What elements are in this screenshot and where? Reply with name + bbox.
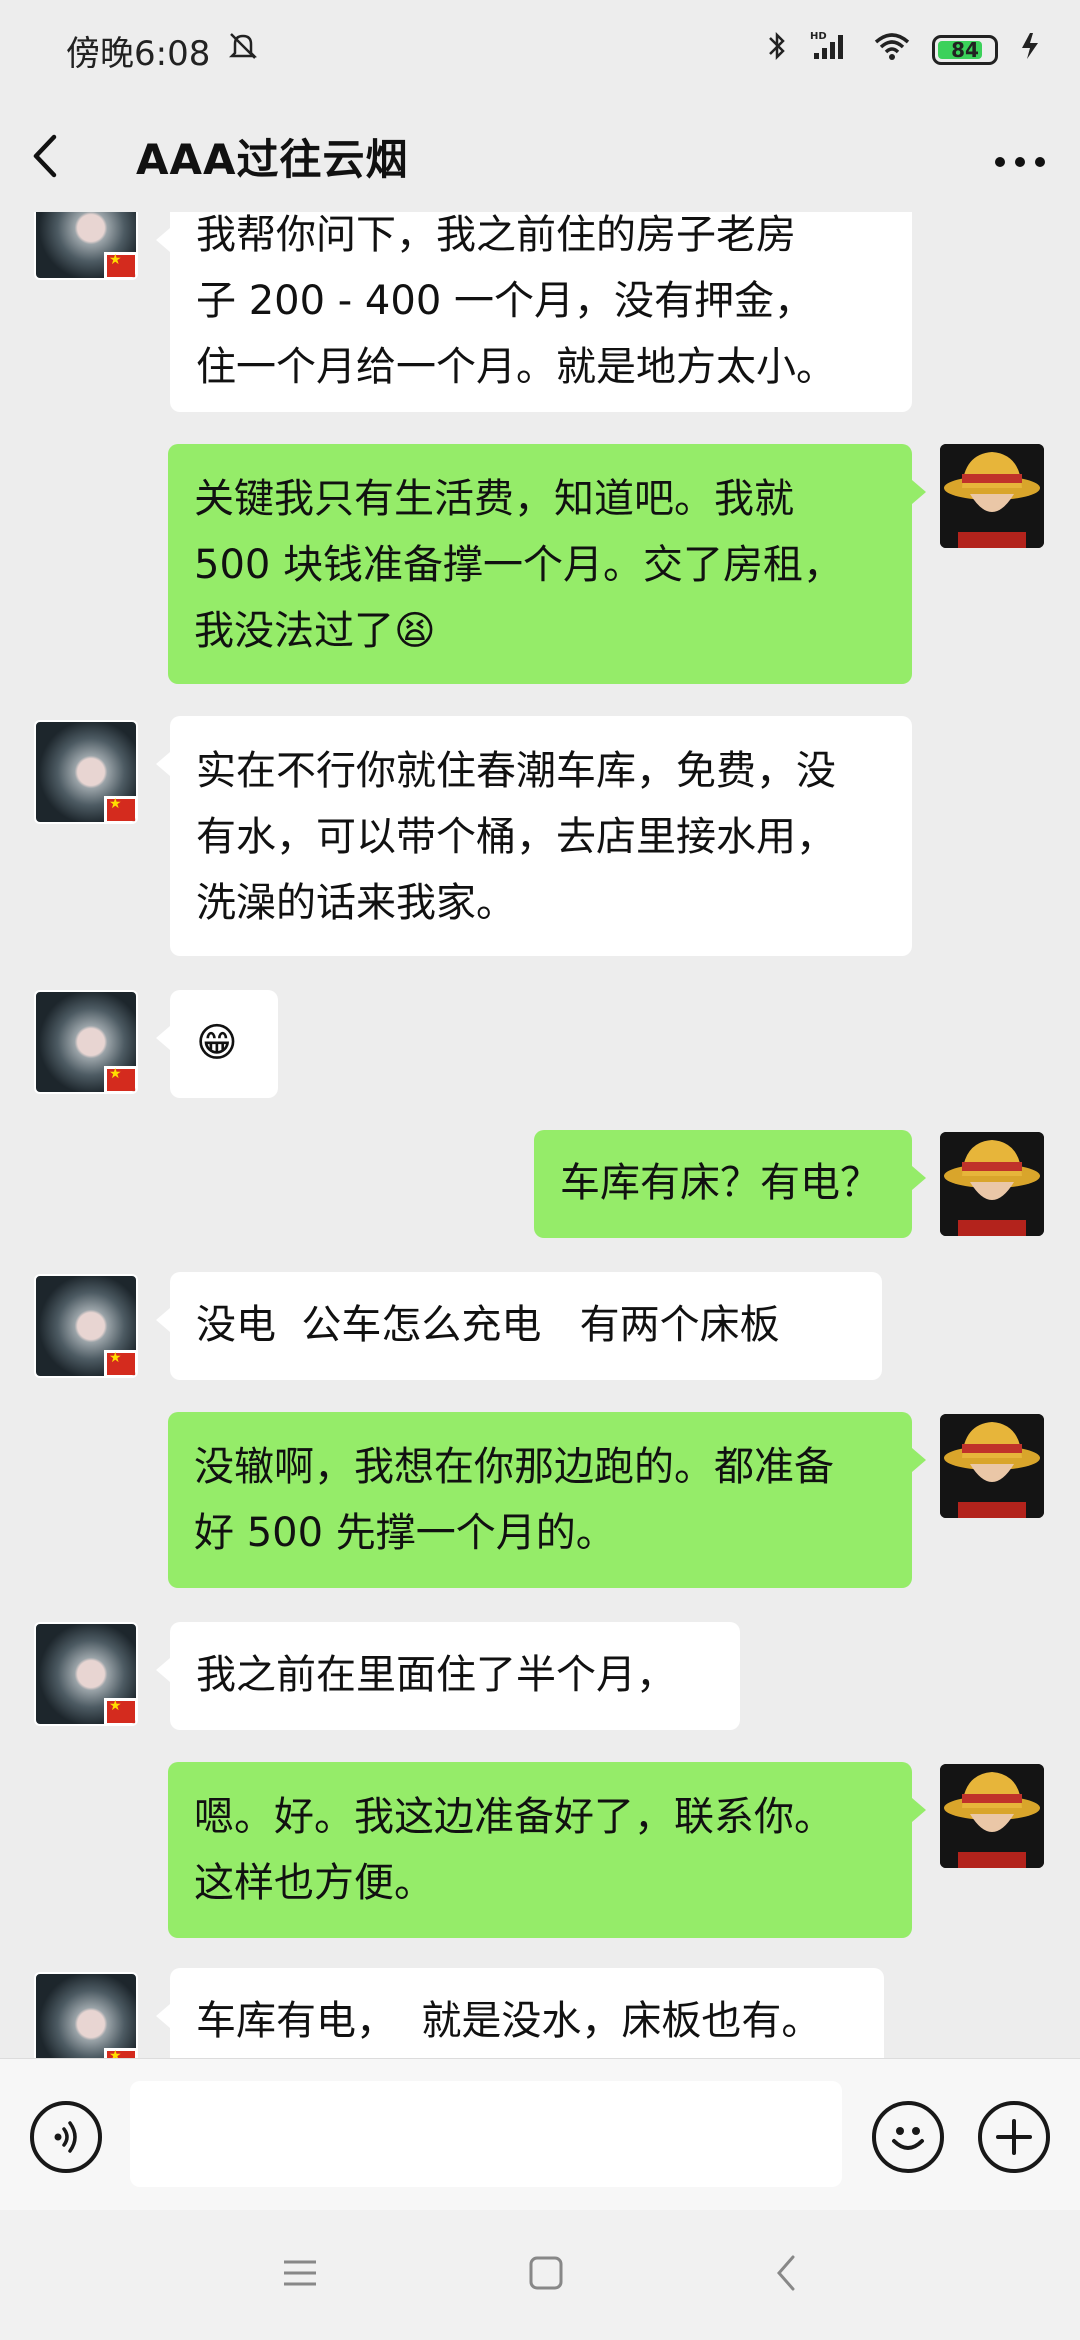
- message-bubble-me[interactable]: 关键我只有生活费，知道吧。我就 500 块钱准备撑一个月。交了房租， 我没法过了…: [168, 444, 926, 684]
- message-bubble-me[interactable]: 嗯。好。我这边准备好了，联系你。 这样也方便。: [168, 1762, 926, 1938]
- message-bubble-them[interactable]: 😁: [156, 990, 278, 1098]
- chat-title: AAA过往云烟: [136, 134, 409, 184]
- message-bubble-me[interactable]: 没辙啊，我想在你那边跑的。都准备 好 500 先撑一个月的。: [168, 1412, 926, 1588]
- back-button[interactable]: [30, 116, 90, 196]
- plus-icon: [996, 2119, 1032, 2155]
- emoji-icon: [892, 2127, 924, 2150]
- message-bubble-me[interactable]: 车库有床？有电？: [534, 1130, 926, 1238]
- nav-back-button[interactable]: [774, 2253, 798, 2297]
- contact-avatar[interactable]: [34, 990, 138, 1094]
- voice-icon: [54, 2121, 77, 2153]
- bluetooth-icon: [766, 29, 788, 72]
- battery-level: 84: [951, 38, 979, 62]
- system-nav-bar: [0, 2210, 1080, 2340]
- emoji-button[interactable]: [872, 2101, 944, 2173]
- signal-icon: HD: [808, 29, 852, 72]
- my-avatar[interactable]: [940, 1764, 1044, 1868]
- message-bubble-them[interactable]: 实在不行你就住春潮车库，免费，没 有水，可以带个桶，去店里接水用， 洗澡的话来我…: [156, 716, 912, 956]
- message-bubble-them[interactable]: 没电 公车怎么充电 有两个床板: [156, 1272, 882, 1380]
- contact-avatar[interactable]: [34, 1274, 138, 1378]
- flag-badge-icon: [104, 1350, 136, 1376]
- contact-avatar[interactable]: [34, 720, 138, 824]
- menu-icon: [284, 2260, 316, 2286]
- contact-avatar[interactable]: [34, 1972, 138, 2058]
- nav-home-button[interactable]: [528, 2255, 564, 2295]
- wifi-icon: [872, 29, 912, 72]
- svg-text:HD: HD: [810, 31, 827, 42]
- my-avatar[interactable]: [940, 1414, 1044, 1518]
- more-button[interactable]: [990, 128, 1050, 184]
- flag-badge-icon: [104, 796, 136, 822]
- chat-header: AAA过往云烟: [0, 100, 1080, 212]
- message-input[interactable]: [130, 2081, 842, 2187]
- flag-badge-icon: [104, 252, 136, 278]
- contact-avatar[interactable]: [34, 1622, 138, 1726]
- chat-list[interactable]: 我帮你问下，我之前住的房子老房 子 200 - 400 一个月，没有押金， 住一…: [0, 212, 1080, 2058]
- status-bar: 傍晚6:08 HD 84: [0, 0, 1080, 100]
- square-icon: [529, 2256, 563, 2290]
- chevron-left-icon: [777, 2255, 795, 2291]
- nav-menu-button[interactable]: [282, 2258, 318, 2292]
- message-bubble-them[interactable]: 车库有电， 就是没水，床板也有。: [156, 1968, 884, 2058]
- contact-avatar[interactable]: [34, 212, 138, 280]
- my-avatar[interactable]: [940, 1132, 1044, 1236]
- more-icon: [995, 157, 1045, 167]
- voice-button[interactable]: [30, 2101, 102, 2173]
- battery-indicator: 84: [932, 35, 998, 65]
- status-time: 傍晚6:08: [66, 33, 211, 74]
- mute-bell-icon: [226, 29, 260, 72]
- message-bubble-them[interactable]: 我之前在里面住了半个月，: [156, 1622, 740, 1730]
- status-right: HD 84: [766, 29, 1044, 72]
- chevron-left-icon: [33, 134, 57, 178]
- charging-icon: [1018, 29, 1044, 72]
- message-bubble-them[interactable]: 我帮你问下，我之前住的房子老房 子 200 - 400 一个月，没有押金， 住一…: [156, 212, 912, 412]
- flag-badge-icon: [104, 1698, 136, 1724]
- flag-badge-icon: [104, 2048, 136, 2058]
- my-avatar[interactable]: [940, 444, 1044, 548]
- status-left: 傍晚6:08: [66, 26, 260, 75]
- input-bar: [0, 2058, 1080, 2210]
- plus-button[interactable]: [978, 2101, 1050, 2173]
- flag-badge-icon: [104, 1066, 136, 1092]
